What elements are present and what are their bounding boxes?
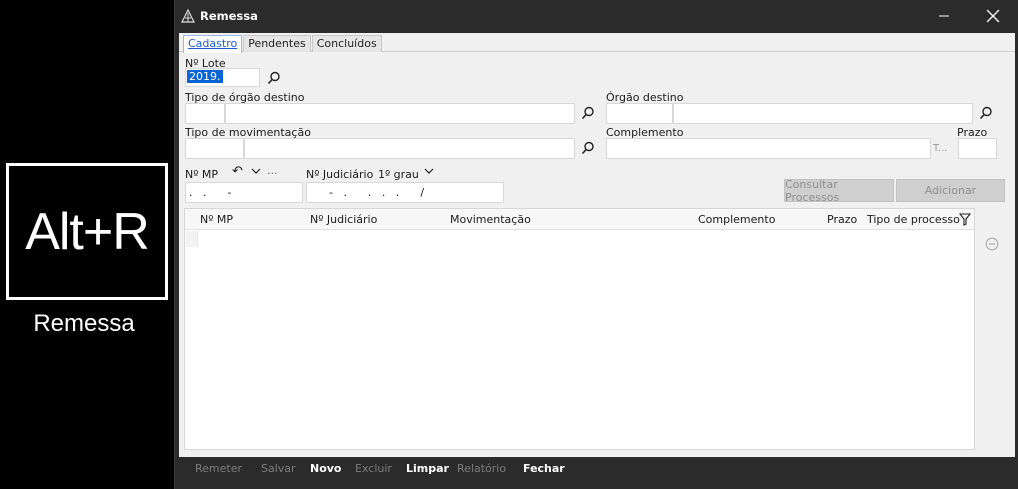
col-judiciario[interactable]: Nº Judiciário	[310, 213, 377, 226]
consultar-processos-button[interactable]: Consultar Processos	[784, 178, 894, 204]
complemento-truncated: T...	[933, 143, 948, 154]
client-area: Cadastro Pendentes Concluídos Nº Lote 20…	[179, 33, 1015, 457]
remessa-grid[interactable]: Nº MP Nº Judiciário Movimentação Complem…	[184, 208, 975, 450]
tipo-mov-code-input[interactable]	[185, 138, 244, 159]
col-tipo-processo[interactable]: Tipo de processo	[867, 213, 960, 226]
mp-label: Nº MP	[185, 168, 219, 181]
grid-header: Nº MP Nº Judiciário Movimentação Complem…	[185, 209, 974, 230]
window-title: Remessa	[200, 9, 258, 23]
row-selector[interactable]	[186, 231, 198, 247]
remove-circle-icon[interactable]	[985, 237, 999, 251]
mp-input[interactable]: . . -	[185, 182, 303, 203]
shortcut-overlay: Alt+R Remessa	[0, 0, 174, 489]
lote-input[interactable]: 2019.	[185, 68, 260, 87]
remessa-window: Remessa Cadastro Pendentes Concluídos Nº…	[174, 0, 1018, 489]
tab-cadastro[interactable]: Cadastro	[183, 35, 243, 53]
col-movimentacao[interactable]: Movimentação	[450, 213, 531, 226]
minimize-icon	[939, 15, 949, 17]
search-icon[interactable]	[581, 106, 595, 120]
salvar-button[interactable]: Salvar	[261, 462, 296, 475]
search-icon[interactable]	[267, 71, 281, 85]
limpar-button[interactable]: Limpar	[406, 462, 449, 475]
adicionar-button[interactable]: Adicionar	[896, 179, 1005, 202]
judiciario-mask: - . . . . /	[329, 186, 425, 199]
app-logo-icon	[181, 9, 195, 23]
tab-pendentes[interactable]: Pendentes	[243, 35, 311, 52]
orgao-code-input[interactable]	[606, 103, 673, 124]
judiciario-input[interactable]: - . . . . /	[306, 182, 504, 203]
excluir-button[interactable]: Excluir	[355, 462, 392, 475]
tipo-mov-desc-input[interactable]	[244, 138, 575, 159]
prazo-input[interactable]	[958, 138, 997, 159]
footer-toolbar: Remeter Salvar Novo Excluir Limpar Relat…	[179, 457, 1015, 481]
orgao-desc-input[interactable]	[673, 103, 973, 124]
chevron-down-icon[interactable]	[424, 167, 434, 175]
tipo-orgao-desc-input[interactable]	[225, 103, 575, 124]
more-options-icon[interactable]: ···	[267, 167, 278, 180]
close-button[interactable]	[976, 4, 1010, 28]
tab-bar: Cadastro Pendentes Concluídos	[183, 35, 383, 53]
title-bar[interactable]: Remessa	[175, 0, 1018, 33]
fechar-button[interactable]: Fechar	[523, 462, 565, 475]
mp-mask: . . -	[189, 186, 232, 199]
col-prazo[interactable]: Prazo	[827, 213, 857, 226]
col-mp[interactable]: Nº MP	[200, 213, 233, 226]
relatorio-button[interactable]: Relatório	[457, 462, 506, 475]
search-icon[interactable]	[979, 106, 993, 120]
grau-select[interactable]: 1º grau	[378, 168, 419, 181]
chevron-down-icon[interactable]	[251, 167, 261, 175]
novo-button[interactable]: Novo	[310, 462, 342, 475]
judiciario-label: Nº Judiciário	[306, 168, 374, 181]
shortcut-text: Alt+R	[25, 202, 150, 261]
filter-icon[interactable]	[959, 213, 972, 226]
search-icon[interactable]	[581, 141, 595, 155]
shortcut-caption: Remessa	[33, 310, 135, 337]
close-icon	[986, 9, 1000, 23]
lote-value: 2019.	[187, 70, 223, 83]
minimize-button[interactable]	[927, 4, 961, 28]
col-complemento[interactable]: Complemento	[698, 213, 775, 226]
tab-concluidos[interactable]: Concluídos	[311, 35, 382, 52]
shortcut-box: Alt+R	[6, 163, 168, 300]
remeter-button[interactable]: Remeter	[195, 462, 242, 475]
tipo-orgao-code-input[interactable]	[185, 103, 225, 124]
complemento-input[interactable]	[606, 138, 931, 159]
undo-icon[interactable]: ↶	[232, 164, 243, 179]
